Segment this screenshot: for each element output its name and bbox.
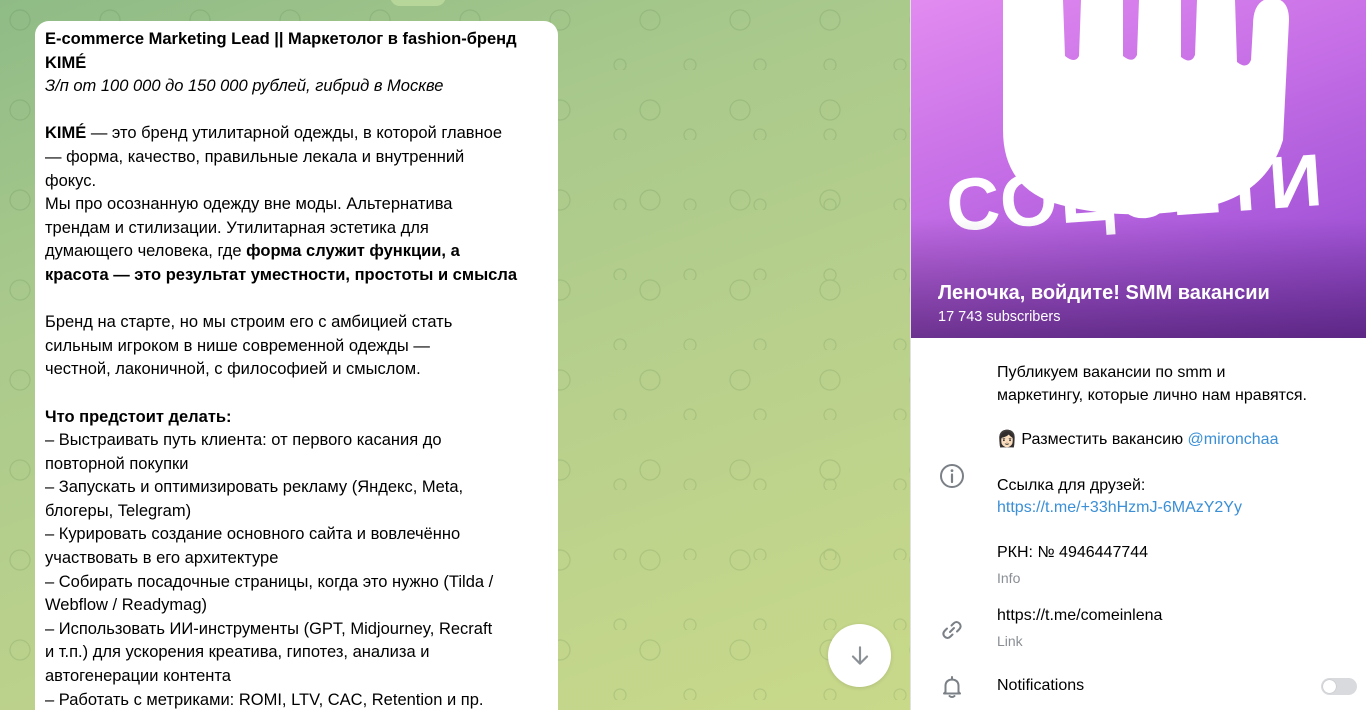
scroll-to-bottom-button[interactable] [828,624,891,687]
previous-message-edge [390,0,446,6]
post-paragraph-line: — форма, качество, правильные лекала и в… [45,147,465,166]
post-paragraph-line: Мы про осознанную одежду вне моды. Альте… [45,195,453,214]
task-line: – Курировать создание основного сайта и … [45,525,461,544]
info-label: Info [997,570,1021,586]
post-title-line: KIMÉ [45,53,87,72]
toggle-knob [1323,680,1336,693]
channel-description: Публикуем вакансии по smm и маркетингу, … [997,362,1307,407]
task-line: участвовать в его архитектуре [45,549,279,568]
tasks-heading-text: Что предстоит делать: [45,407,232,426]
task-line: – Собирать посадочные страницы, когда эт… [45,572,494,591]
tasks-list: – Выстраивать путь клиента: от первого к… [45,429,548,710]
mironchaa-mention-link[interactable]: @mironchaa [1188,431,1279,448]
post-paragraph-line: честной, лаконичной, с философией и смыс… [45,360,421,379]
channel-public-link[interactable]: https://t.me/comeinlena [997,605,1162,628]
task-line: – Запускать и оптимизировать рекламу (Ян… [45,478,464,497]
description-line: маркетингу, которые лично нам нравятся. [997,386,1307,404]
post-text: думающего человека, где [45,242,247,261]
post-paragraph-line: Бренд на старте, но мы строим его с амби… [45,313,453,332]
post-text: — это бренд утилитарной одежды, в которо… [86,124,503,143]
notifications-label: Notifications [997,677,1085,694]
info-icon [940,464,964,488]
task-line: повторной покупки [45,454,189,473]
woman-emoji-icon: 👩🏻 [997,431,1017,448]
bell-icon [943,676,961,698]
friends-link-label: Ссылка для друзей: [997,477,1146,494]
task-line: и т.п.) для ускорения креатива, гипотез,… [45,643,430,662]
post-paragraph-line: KIMÉ — это бренд утилитарной одежды, в к… [45,122,548,146]
brand-name: KIMÉ [45,124,87,143]
arrow-down-icon [851,645,868,665]
subscriber-count: 17 743 subscribers [938,309,1061,325]
task-line: автогенерации контента [45,667,231,686]
post-paragraph-line: трендам и стилизации. Утилитарная эстети… [45,218,429,237]
post-bold-text: форма служит функции, а [246,242,460,261]
channel-cover: СОЦСЕТИ Леночка, войдите! SMM вакансии 1… [911,0,1366,338]
link-label: Link [997,633,1023,649]
post-paragraph-line: фокус. [45,171,97,190]
task-line: – Использовать ИИ-инструменты (GPT, Midj… [45,619,493,638]
task-line: Webflow / Readymag) [45,596,208,615]
notifications-toggle[interactable] [1321,678,1357,695]
post-paragraph-line: думающего человека, где форма служит фун… [45,240,548,264]
link-icon [942,621,962,639]
post-salary-subtitle: З/п от 100 000 до 150 000 рублей, гибрид… [45,77,444,96]
tasks-heading: Что предстоит делать: [45,406,548,430]
task-line: – Работать с метриками: ROMI, LTV, CAC, … [45,690,484,709]
post-vacancy-line: 👩🏻 Разместить вакансию @mironchaa [997,429,1278,452]
channel-info-panel: СОЦСЕТИ Леночка, войдите! SMM вакансии 1… [910,0,1366,710]
task-line: – Выстраивать путь клиента: от первого к… [45,431,442,450]
rkn-number: РКН: № 4946447744 [997,544,1149,561]
post-vacancy-text: Разместить вакансию [1016,431,1188,448]
post-bold-text: красота — это результат уместности, прос… [45,265,517,284]
channel-post[interactable]: E-commerce Marketing Lead || Маркетолог … [35,21,558,710]
post-title-line: E-commerce Marketing Lead || Маркетолог … [45,30,517,48]
channel-name: Леночка, войдите! SMM вакансии [938,282,1270,304]
post-paragraph-line: красота — это результат уместности, прос… [45,264,548,288]
friends-invite-link[interactable]: https://t.me/+33hHzmJ-6MAzY2Yy [997,497,1242,520]
task-line: блогеры, Telegram) [45,501,192,520]
description-line: Публикуем вакансии по smm и [997,364,1226,381]
chat-area: E-commerce Marketing Lead || Маркетолог … [0,0,910,710]
post-paragraph-line: сильным игроком в нише современной одежд… [45,336,430,355]
